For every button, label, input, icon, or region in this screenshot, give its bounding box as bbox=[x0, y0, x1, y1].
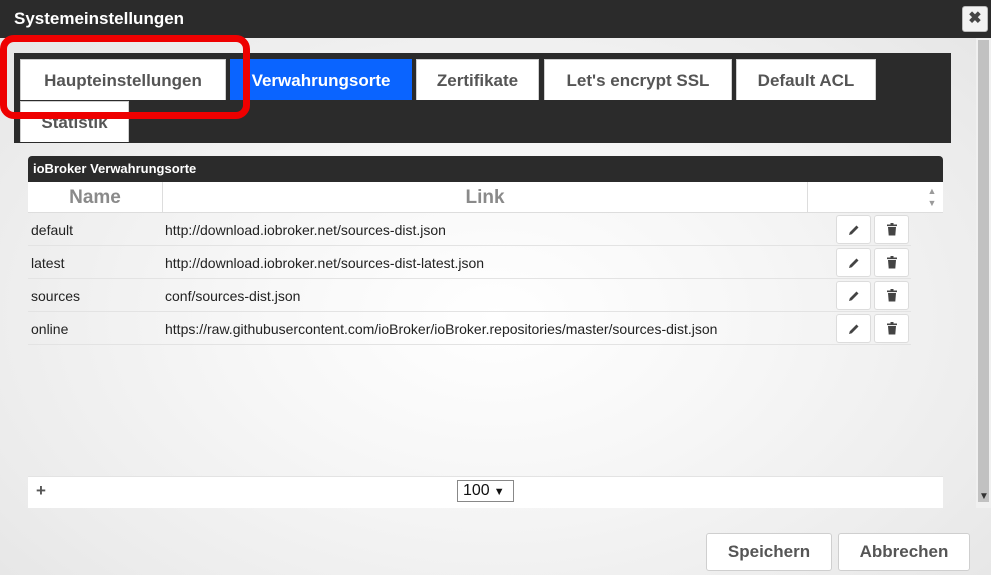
edit-button[interactable] bbox=[836, 281, 871, 310]
chevron-down-icon: ▼ bbox=[493, 486, 505, 498]
add-row-button[interactable]: + bbox=[36, 481, 46, 501]
pencil-icon bbox=[848, 258, 858, 268]
table-row: latest http://download.iobroker.net/sour… bbox=[28, 246, 911, 279]
cell-link: conf/sources-dist.json bbox=[165, 288, 301, 304]
annotation-highlight-box bbox=[0, 35, 250, 119]
trash-icon bbox=[886, 322, 897, 335]
close-icon: ✖ bbox=[968, 10, 982, 27]
pencil-icon bbox=[848, 291, 858, 301]
column-header-link[interactable]: Link bbox=[163, 182, 808, 213]
table-footer: + 100 ▼ bbox=[28, 476, 943, 508]
edit-button[interactable] bbox=[836, 248, 871, 277]
save-button[interactable]: Speichern bbox=[706, 533, 832, 571]
cell-name: latest bbox=[31, 255, 65, 271]
trash-icon bbox=[886, 256, 897, 269]
cell-link: http://download.iobroker.net/sources-dis… bbox=[165, 255, 485, 271]
scroll-down-icon[interactable]: ▼ bbox=[979, 491, 989, 502]
tab-lets-encrypt-ssl[interactable]: Let's encrypt SSL bbox=[544, 59, 732, 100]
tab-verwahrungsorte[interactable]: Verwahrungsorte bbox=[230, 59, 412, 100]
scrollbar-thumb[interactable] bbox=[978, 40, 989, 502]
tab-default-acl[interactable]: Default ACL bbox=[736, 59, 876, 100]
cell-name: online bbox=[31, 321, 69, 337]
table-row: default http://download.iobroker.net/sou… bbox=[28, 213, 911, 246]
table-scroll-arrows[interactable]: ▲ ▼ bbox=[922, 185, 942, 211]
pencil-icon bbox=[848, 225, 858, 235]
dialog-scrollbar[interactable] bbox=[976, 38, 991, 508]
delete-button[interactable] bbox=[874, 215, 909, 244]
column-header-name[interactable]: Name bbox=[28, 182, 163, 213]
trash-icon bbox=[886, 289, 897, 302]
dialog-title: Systemeinstellungen bbox=[14, 9, 185, 28]
cell-link: https://raw.githubusercontent.com/ioBrok… bbox=[165, 321, 718, 337]
close-button[interactable]: ✖ bbox=[962, 6, 988, 32]
table-row: online https://raw.githubusercontent.com… bbox=[28, 312, 911, 345]
trash-icon bbox=[886, 223, 897, 236]
delete-button[interactable] bbox=[874, 314, 909, 343]
page-size-select[interactable]: 100 ▼ bbox=[457, 480, 514, 502]
cell-link: http://download.iobroker.net/sources-dis… bbox=[165, 222, 446, 238]
scroll-up-icon[interactable]: ▲ bbox=[922, 185, 942, 197]
title-bar: Systemeinstellungen bbox=[0, 0, 991, 38]
edit-button[interactable] bbox=[836, 314, 871, 343]
cell-name: default bbox=[31, 222, 74, 238]
edit-button[interactable] bbox=[836, 215, 871, 244]
delete-button[interactable] bbox=[874, 248, 909, 277]
cell-name: sources bbox=[31, 288, 81, 304]
pencil-icon bbox=[848, 324, 858, 334]
panel-title: ioBroker Verwahrungsorte bbox=[28, 156, 943, 182]
system-settings-dialog: Systemeinstellungen ✖ Haupteinstellungen… bbox=[0, 0, 991, 575]
page-size-value: 100 bbox=[463, 482, 490, 499]
cancel-button[interactable]: Abbrechen bbox=[838, 533, 970, 571]
table-row: sources conf/sources-dist.json bbox=[28, 279, 911, 312]
tab-zertifikate[interactable]: Zertifikate bbox=[416, 59, 539, 100]
delete-button[interactable] bbox=[874, 281, 909, 310]
scroll-down-icon[interactable]: ▼ bbox=[922, 197, 942, 209]
